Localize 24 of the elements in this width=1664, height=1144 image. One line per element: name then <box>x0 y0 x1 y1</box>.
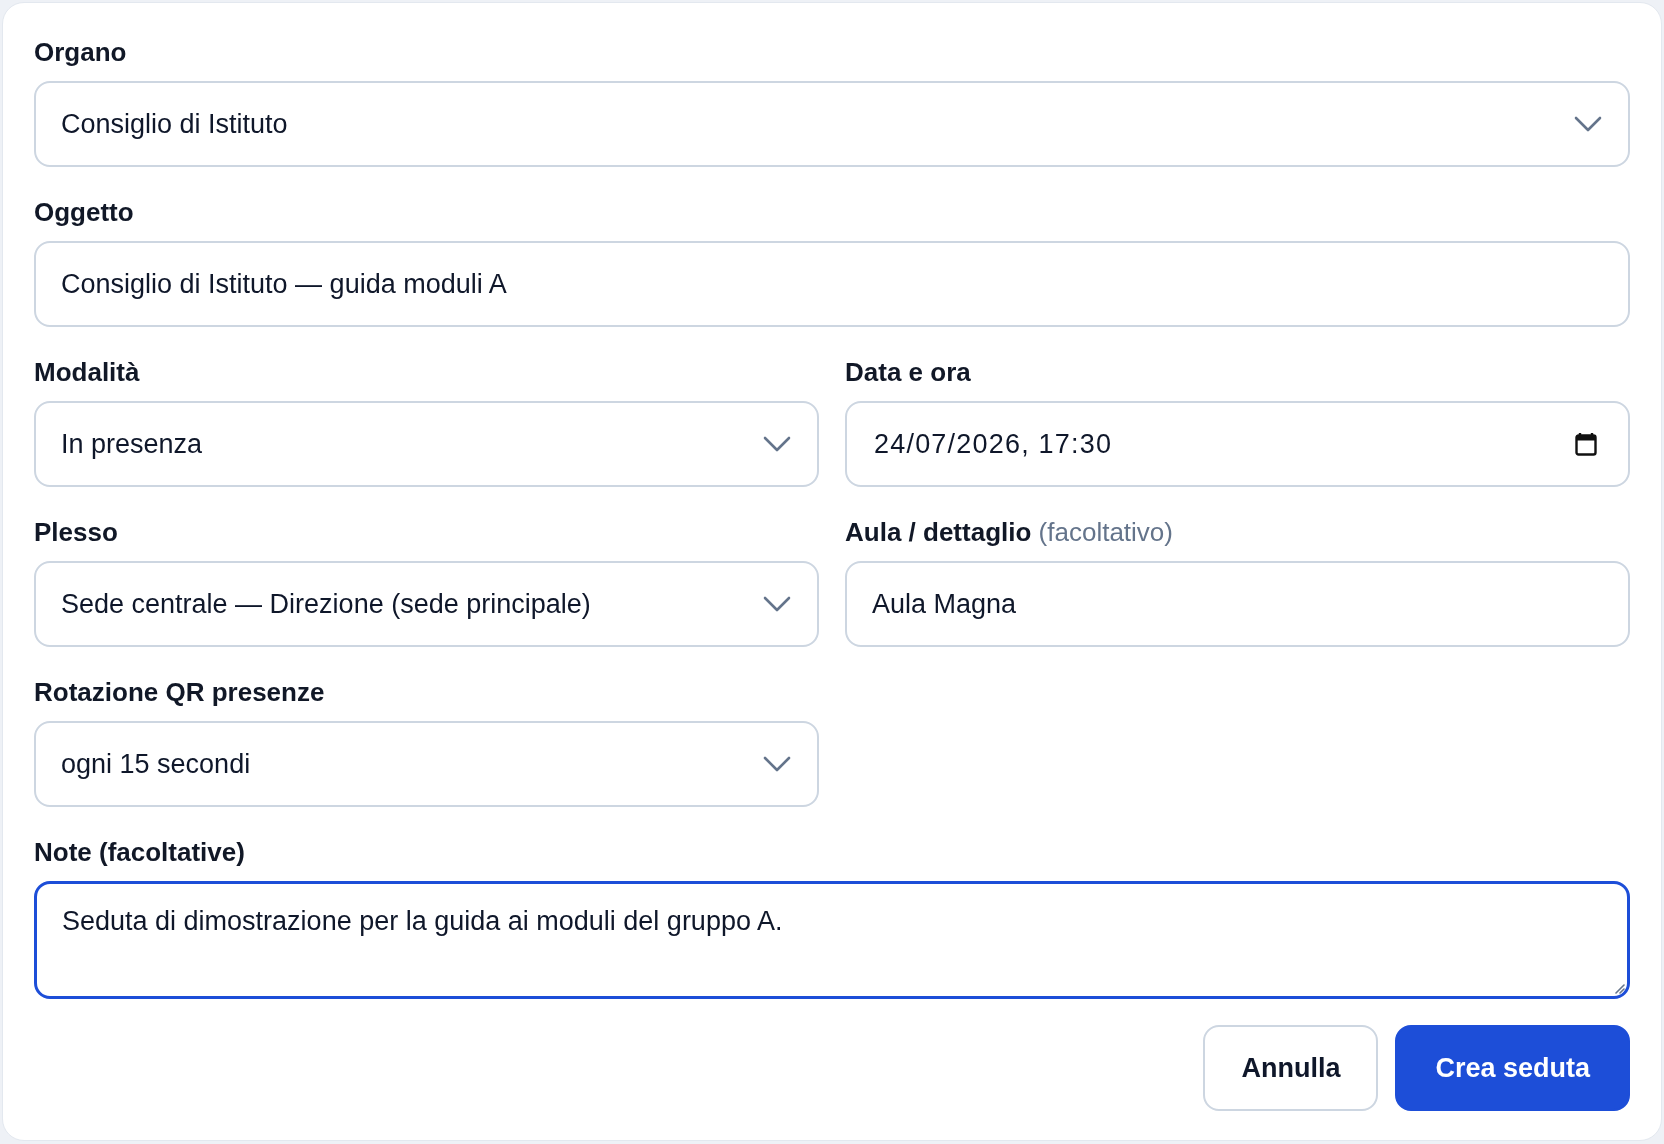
textarea-field[interactable]: Seduta di dimostrazione per la guida ai moduli del gruppo A. <box>34 881 1630 999</box>
select-field[interactable]: In presenza <box>34 401 819 487</box>
field-label: Organo <box>34 37 128 67</box>
select-field[interactable]: ogni 15 secondi <box>34 721 819 807</box>
field-label: Data e ora <box>845 357 972 387</box>
text-field[interactable]: Aula Magna <box>845 561 1630 647</box>
cancel-button[interactable]: Annulla <box>1203 1025 1379 1111</box>
chevron-down-icon <box>763 596 791 612</box>
field-label: Note (facoltative) <box>34 837 246 867</box>
field-label: Rotazione QR presenze <box>34 677 326 707</box>
field-label: Plesso <box>34 517 119 547</box>
resize-grip-icon[interactable] <box>1613 982 1625 994</box>
calendar-icon[interactable] <box>1575 432 1597 456</box>
field-label: Modalità <box>34 357 141 387</box>
chevron-down-icon <box>763 436 791 452</box>
date-time-field[interactable]: 24/07/2026, 17:30 <box>845 401 1630 487</box>
chevron-down-icon <box>763 756 791 772</box>
submit-button[interactable]: Crea seduta <box>1395 1025 1630 1111</box>
field-label: Oggetto <box>34 197 135 227</box>
text-field[interactable]: Consiglio di Istituto — guida moduli A <box>34 241 1630 327</box>
select-field[interactable]: Consiglio di Istituto <box>34 81 1630 167</box>
select-field[interactable]: Sede centrale — Direzione (sede principale) <box>34 561 819 647</box>
chevron-down-icon <box>1574 116 1602 132</box>
field-label: Aula / dettaglio (facoltativo) <box>845 517 1174 547</box>
